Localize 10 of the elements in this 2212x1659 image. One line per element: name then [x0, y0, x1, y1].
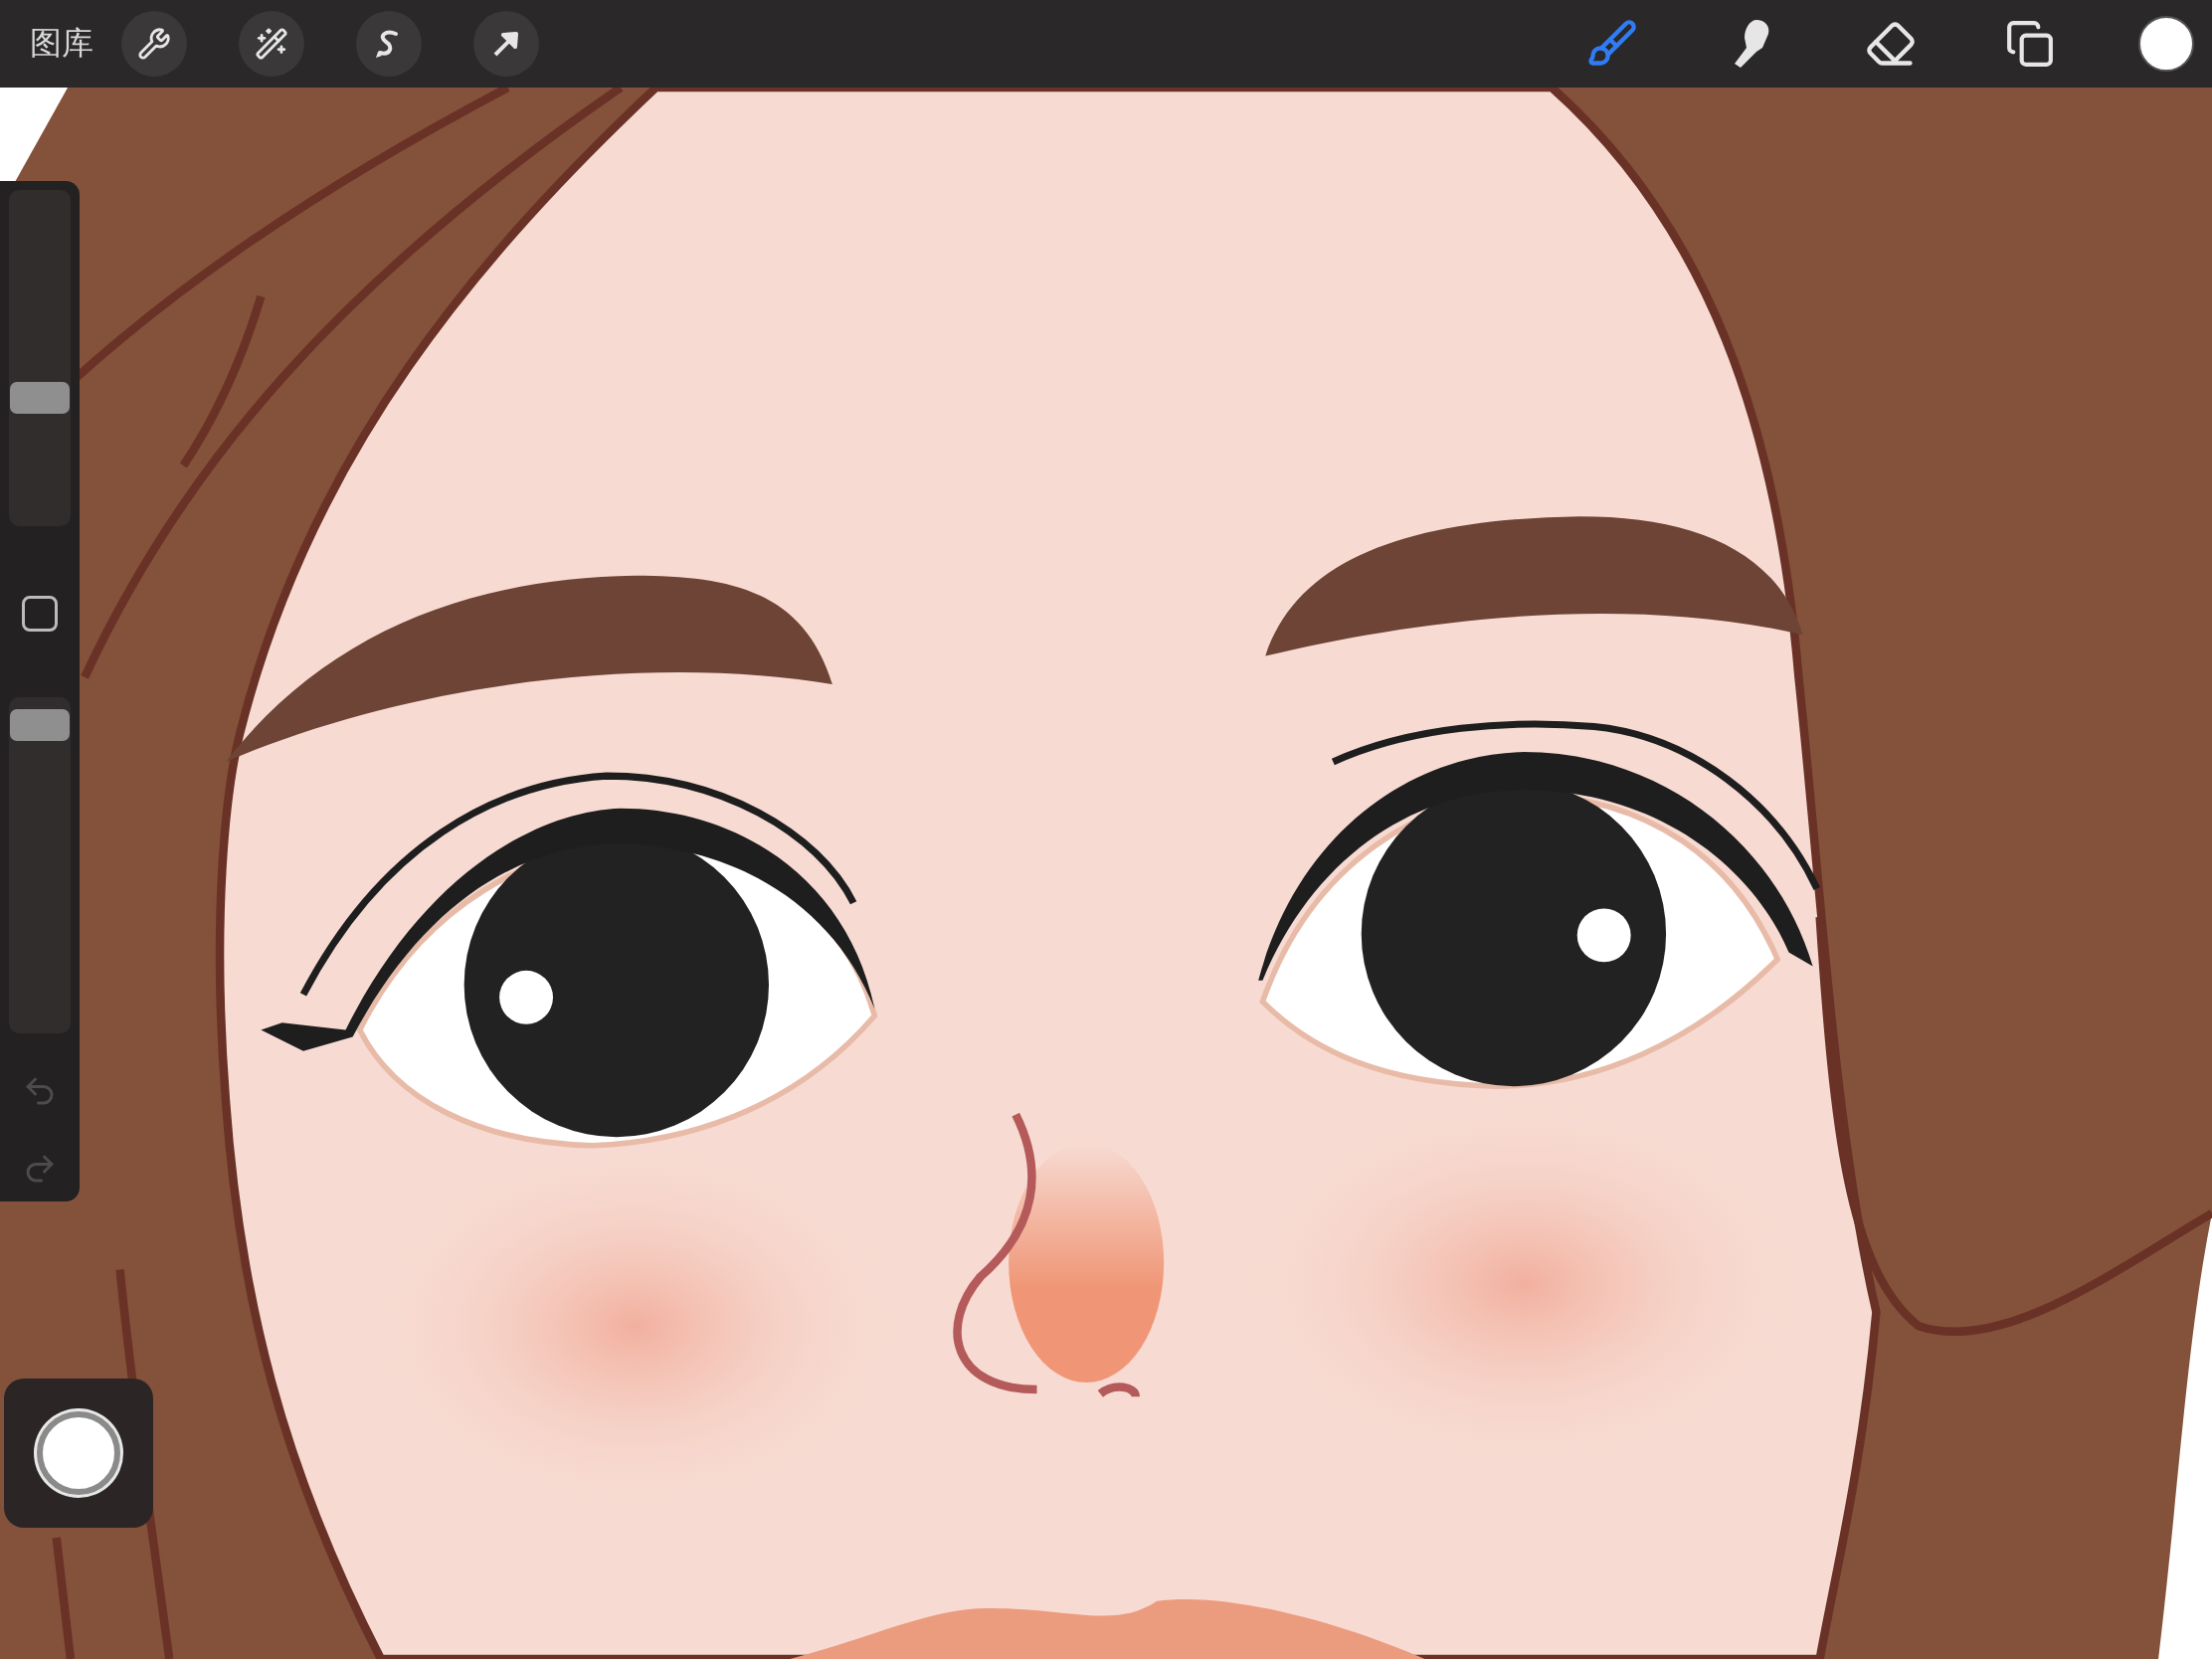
layers-icon: [2005, 19, 2055, 69]
opacity-slider[interactable]: [9, 697, 71, 1033]
slider-thumb[interactable]: [10, 381, 70, 414]
modify-square-button[interactable]: [22, 596, 58, 632]
magic-wand-icon: [255, 27, 288, 61]
color-swatch[interactable]: [2138, 16, 2194, 72]
wrench-icon: [137, 27, 171, 61]
slider-thumb[interactable]: [10, 709, 70, 742]
gallery-link[interactable]: 图库: [30, 22, 93, 66]
brush-size-slider[interactable]: [9, 190, 71, 526]
